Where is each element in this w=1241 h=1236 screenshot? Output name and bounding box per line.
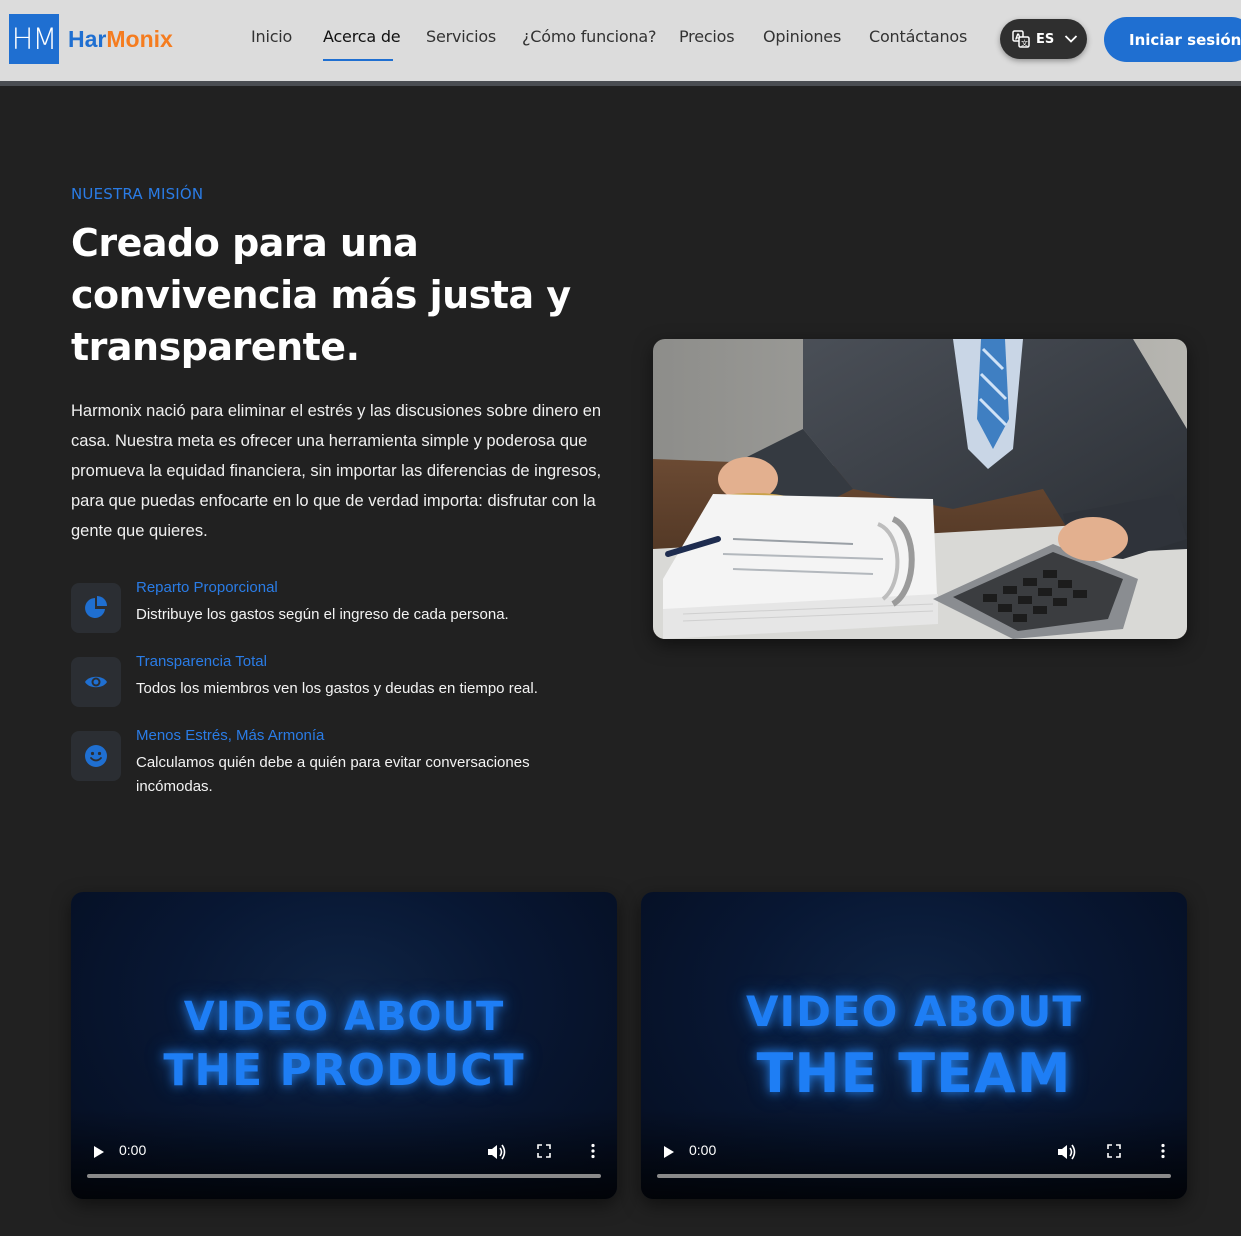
svg-text:文: 文 [1021,39,1028,48]
video-time: 0:00 [119,1142,147,1158]
logo-mark[interactable]: HM [9,14,59,64]
video-controls-overlay [71,1109,617,1199]
title-line: transparente. [71,325,360,369]
nav-inicio[interactable]: Inicio [251,27,292,46]
section-title: Creado para una convivencia más justa y … [71,217,591,373]
section-kicker: NUESTRA MISIÓN [71,185,204,203]
fullscreen-icon[interactable] [537,1144,551,1158]
nav-acerca-de[interactable]: Acerca de [323,27,401,46]
more-options-icon[interactable] [590,1143,596,1159]
video-controls-overlay [641,1109,1187,1199]
site-header: HM HarMonix Inicio Acerca de Servicios ¿… [0,0,1241,82]
pie-chart-icon [85,596,107,618]
video-player-product[interactable]: VIDEO ABOUT THE PRODUCT 0:00 [71,892,617,1199]
feature-text: Calculamos quién debe a quién para evita… [136,754,530,795]
nav-como-funciona[interactable]: ¿Cómo funciona? [522,27,657,46]
brand-name-part1: Har [68,26,107,52]
feature-title: Menos Estrés, Más Armonía [136,727,325,744]
nav-contactanos[interactable]: Contáctanos [869,27,967,46]
video-player-team[interactable]: VIDEO ABOUT THE TEAM 0:00 [641,892,1187,1199]
header-divider [0,81,1241,86]
translate-icon: A 文 [1012,30,1030,48]
brand-name-part2: Monix [106,26,173,52]
volume-icon[interactable] [1057,1143,1077,1161]
play-icon[interactable] [93,1145,105,1159]
more-options-icon[interactable] [1160,1143,1166,1159]
fullscreen-icon[interactable] [1107,1144,1121,1158]
nav-servicios[interactable]: Servicios [426,27,496,46]
video-title-line: THE PRODUCT [163,1045,525,1096]
mission-photo [653,339,1187,639]
feature-icon-box [71,657,121,707]
brand-name[interactable]: HarMonix [68,26,173,53]
video-title-line: VIDEO ABOUT [183,994,505,1040]
eye-icon [85,676,107,688]
feature-title: Transparencia Total [136,653,267,670]
feature-text: Distribuye los gastos según el ingreso d… [136,606,509,623]
video-title-line: THE TEAM [756,1042,1072,1105]
language-code: ES [1036,31,1055,47]
feature-icon-box [71,731,121,781]
volume-icon[interactable] [487,1143,507,1161]
video-progress-bar[interactable] [87,1174,601,1178]
feature-title: Reparto Proporcional [136,579,278,596]
play-icon[interactable] [663,1145,675,1159]
video-time: 0:00 [689,1142,717,1158]
nav-precios[interactable]: Precios [679,27,735,46]
mission-description: Harmonix nació para eliminar el estrés y… [71,402,602,540]
smiley-icon [85,745,107,767]
feature-text: Todos los miembros ven los gastos y deud… [136,680,538,697]
businessman-with-calculator-image [653,339,1187,639]
feature-icon-box [71,583,121,633]
active-nav-indicator [323,59,393,61]
title-line: convivencia más justa y [71,273,571,317]
chevron-down-icon [1065,35,1078,43]
login-button[interactable]: Iniciar sesión [1104,17,1241,62]
nav-opiniones[interactable]: Opiniones [763,27,841,46]
language-selector[interactable]: A 文 ES [1000,19,1087,59]
video-title-line: VIDEO ABOUT [746,987,1082,1036]
title-line: Creado para una [71,221,419,265]
video-progress-bar[interactable] [657,1174,1171,1178]
